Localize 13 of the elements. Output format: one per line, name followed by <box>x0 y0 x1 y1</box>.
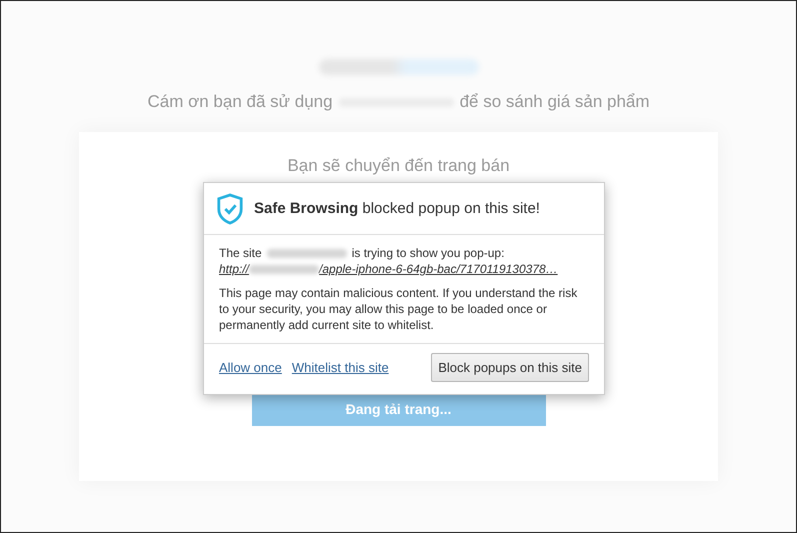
redirect-text: Bạn sẽ chuyển đến trang bán <box>287 156 510 176</box>
shield-icon <box>216 192 244 224</box>
redacted-mark <box>249 265 320 274</box>
site-text: is trying to show you pop-up: <box>352 245 504 261</box>
site-text: The site <box>219 245 262 261</box>
action-link[interactable]: Whitelist this site <box>292 360 389 375</box>
warning-message: This page may contain malicious content. If you understand the risk to your security, you may allow this page to be loaded once or permanently add current site to whitelist. <box>219 285 578 333</box>
dialog-title: Safe Browsing blocked popup on this site! <box>254 200 540 217</box>
block-button[interactable]: Block popups on this site <box>431 353 589 382</box>
tagline-text: Cám ơn bạn đã sử dụng <box>147 92 333 112</box>
tagline-text: để so sánh giá sản phẩm <box>460 92 650 112</box>
url-link[interactable]: http:// /apple-iphone-6-64gb-bac/7170119130378… <box>219 261 589 277</box>
action-link[interactable]: Allow once <box>219 360 282 375</box>
